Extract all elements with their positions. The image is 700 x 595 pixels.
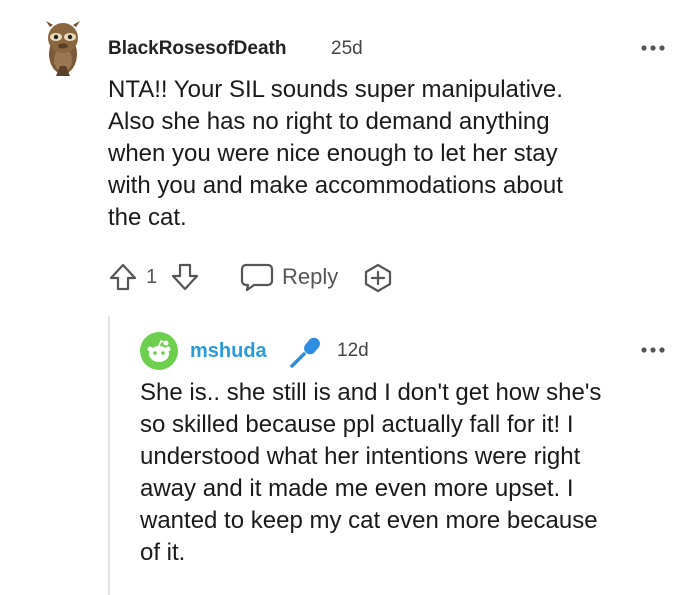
reply-age: 12d: [337, 340, 369, 361]
reply-body-line: She is.. she still is and I don't get ho…: [140, 379, 602, 406]
thread-line: [108, 316, 110, 595]
reply-more-options-button[interactable]: [640, 342, 666, 360]
add-award-icon: [364, 263, 392, 293]
more-dots-icon: [641, 45, 665, 51]
upvote-button[interactable]: [108, 262, 138, 297]
microphone-icon: [288, 334, 324, 375]
user-avatar[interactable]: [38, 20, 88, 78]
reply-body-line: of it.: [140, 539, 186, 566]
comment-body-line: when you were nice enough to let her sta…: [108, 140, 558, 167]
comment-username[interactable]: BlackRosesofDeath: [108, 38, 286, 60]
downvote-button[interactable]: [170, 262, 200, 297]
reply-avatar[interactable]: [140, 332, 178, 375]
comment-body-line: with you and make accommodations about: [108, 172, 563, 199]
more-options-button[interactable]: [640, 40, 666, 58]
reply-body-line: understood what her intentions were righ…: [140, 443, 581, 470]
reply-body: She is.. she still is and I don't get ho…: [140, 377, 685, 569]
vote-count: 1: [146, 266, 158, 288]
reply-body-line: away and it made me even more upset. I: [140, 475, 574, 502]
downvote-arrow-icon: [171, 263, 199, 291]
reply-body-line: so skilled because ppl actually fall for…: [140, 411, 574, 438]
award-button[interactable]: [362, 262, 394, 299]
speech-bubble-icon: [240, 263, 274, 292]
comment-body: NTA!! Your SIL sounds super manipulative…: [108, 74, 678, 234]
more-dots-icon: [641, 347, 665, 353]
upvote-arrow-icon: [109, 263, 137, 291]
comment-body-line: the cat.: [108, 204, 187, 231]
comment-age: 25d: [331, 38, 363, 59]
reply-body-line: wanted to keep my cat even more because: [140, 507, 598, 534]
reply-username[interactable]: mshuda: [190, 340, 267, 363]
comment-body-line: Also she has no right to demand anything: [108, 108, 550, 135]
reply-label: Reply: [282, 264, 339, 289]
comment-body-line: NTA!! Your SIL sounds super manipulative…: [108, 76, 563, 103]
